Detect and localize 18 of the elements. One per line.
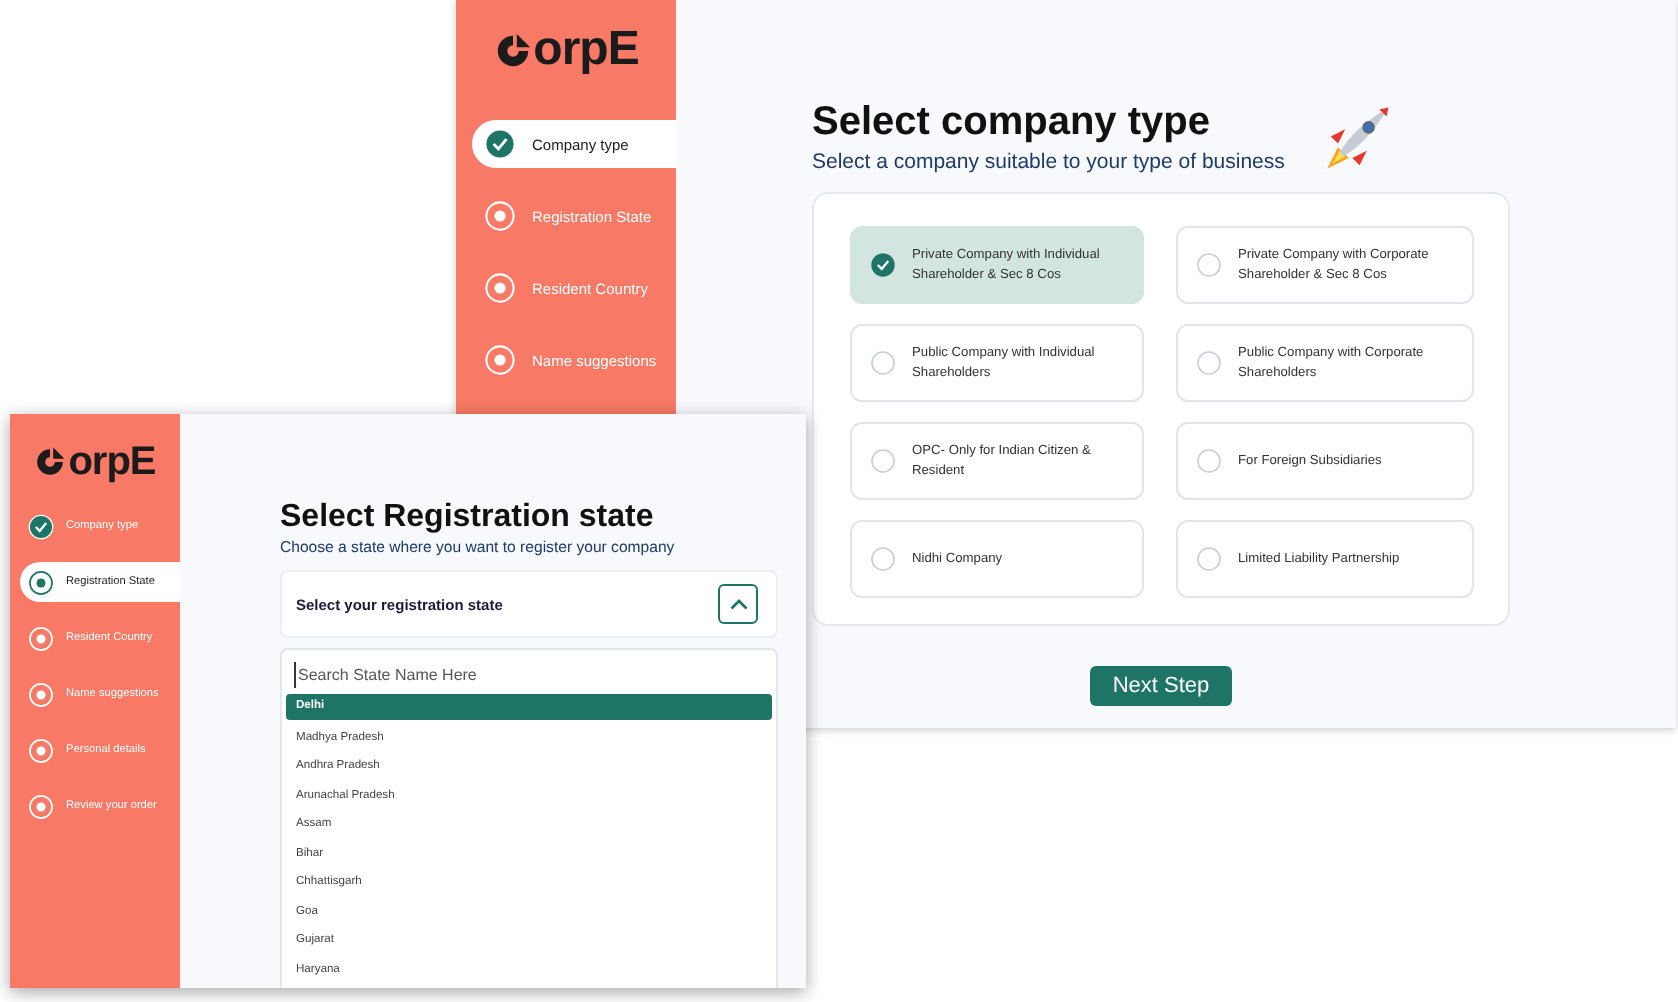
page-subtitle: Select a company suitable to your type of business xyxy=(812,150,1285,174)
next-step-button[interactable]: Next Step xyxy=(1090,666,1232,706)
radio-icon xyxy=(870,350,896,376)
radio-icon xyxy=(1196,448,1222,474)
logo-icon xyxy=(493,31,532,69)
logo-text: orpE xyxy=(533,22,639,78)
radio-icon xyxy=(1196,252,1222,278)
radio-icon xyxy=(1196,350,1222,376)
page-title: Select Registration state xyxy=(280,500,656,536)
logo-icon xyxy=(34,446,67,478)
chevron-icon xyxy=(729,598,747,610)
chevron-button[interactable] xyxy=(718,584,758,624)
page-title: Select company type xyxy=(812,100,1212,146)
check-icon xyxy=(870,252,896,278)
radio-icon xyxy=(870,546,896,572)
radio-icon xyxy=(1196,546,1222,572)
logo-text: orpE xyxy=(68,439,156,485)
radio-icon xyxy=(870,448,896,474)
